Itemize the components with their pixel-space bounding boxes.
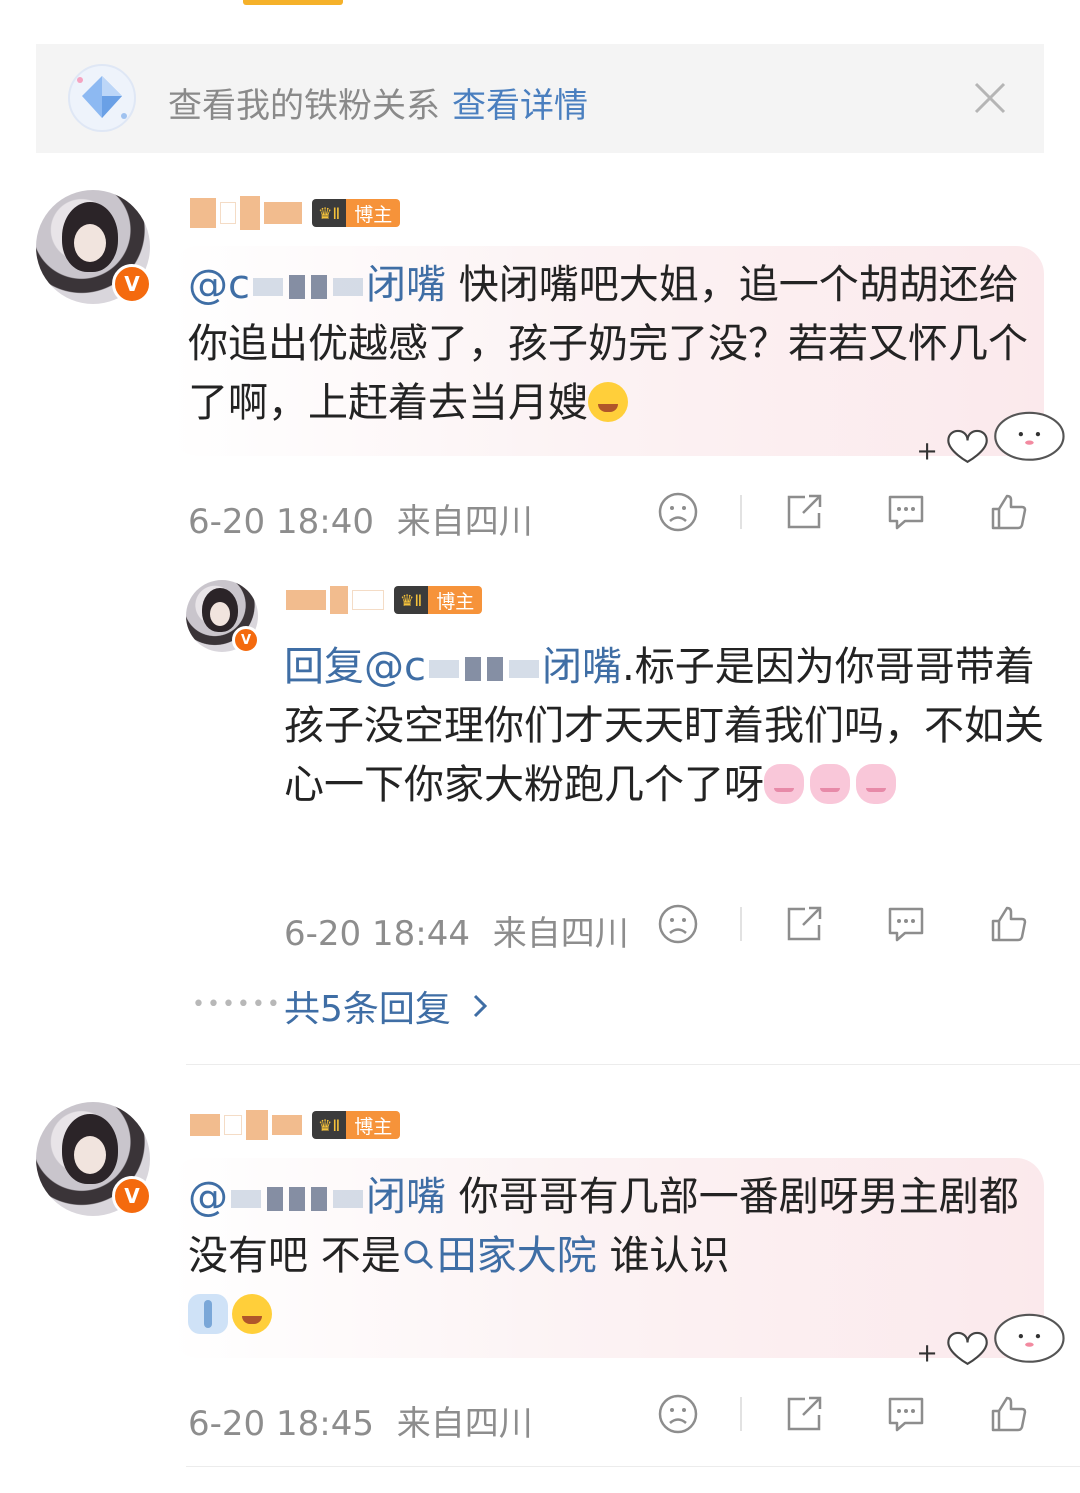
location: 来自四川 <box>396 502 533 542</box>
dislike-face-icon[interactable] <box>656 1392 700 1436</box>
crying-emoji-icon <box>588 382 628 422</box>
comment-icon[interactable] <box>884 1392 928 1436</box>
host-badge: ♛Ⅱ 博主 <box>312 199 401 227</box>
svg-text:+: + <box>916 1339 937 1366</box>
banner-detail-link[interactable]: 查看详情 <box>452 86 588 126</box>
timestamp: 6-20 18:44 <box>284 914 470 954</box>
like-icon[interactable] <box>986 1392 1030 1436</box>
banner-label: 查看我的铁粉关系 <box>168 86 440 126</box>
diamond-icon <box>68 64 136 132</box>
share-icon[interactable] <box>782 1392 826 1436</box>
svg-text:+: + <box>916 437 937 464</box>
crown-icon: ♛Ⅱ <box>312 199 347 227</box>
banner-text: 查看我的铁粉关系 查看详情 <box>168 78 588 127</box>
pray-emoji-icon <box>188 1294 228 1334</box>
location: 来自四川 <box>396 1404 533 1444</box>
share-icon[interactable] <box>782 490 826 534</box>
reply-meta: 6-20 18:44 来自四川 <box>284 906 629 955</box>
host-badge-label: 博主 <box>346 199 401 227</box>
verified-badge-icon: V <box>112 1176 152 1216</box>
bottom-separator <box>186 1466 1080 1467</box>
host-badge-label: 博主 <box>428 586 483 614</box>
location: 来自四川 <box>492 914 629 954</box>
sticker-icon: + <box>916 1313 1065 1366</box>
avatar[interactable]: V <box>186 580 260 654</box>
search-icon <box>404 1240 433 1270</box>
dislike-face-icon[interactable] <box>656 490 700 534</box>
comment-actions <box>656 1392 1030 1436</box>
action-divider <box>740 907 742 941</box>
username-redacted <box>286 586 384 614</box>
crown-icon: ♛Ⅱ <box>312 1111 347 1139</box>
crown-icon: ♛Ⅱ <box>394 586 429 614</box>
dislike-face-icon[interactable] <box>656 902 700 946</box>
bunny-emoji-icon <box>810 764 850 804</box>
reply-thread-dots: •••••• <box>192 992 282 1017</box>
timestamp: 6-20 18:45 <box>188 1404 374 1444</box>
reply-text: 回复@c 闭嘴.标子是因为你哥哥带着孩子没空理你们才天天盯着我们吗，不如关心一下你… <box>284 638 1044 815</box>
comment-separator <box>186 1064 1080 1065</box>
mention-link[interactable]: @ 闭嘴 <box>188 1174 446 1220</box>
verified-badge-icon: V <box>232 626 260 654</box>
username-redacted <box>190 196 302 230</box>
fan-relation-banner[interactable]: 查看我的铁粉关系 查看详情 <box>36 44 1044 153</box>
mention-link[interactable]: 回复@c 闭嘴 <box>284 644 622 690</box>
top-accent-bar <box>243 0 343 5</box>
mention-link[interactable]: @c 闭嘴 <box>188 262 446 308</box>
like-icon[interactable] <box>986 902 1030 946</box>
close-icon[interactable] <box>972 80 1008 116</box>
username-row[interactable]: ♛Ⅱ 博主 <box>190 1110 401 1140</box>
host-badge: ♛Ⅱ 博主 <box>394 586 483 614</box>
crying-emoji-icon <box>232 1294 272 1334</box>
more-replies-link[interactable]: 共5条回复 <box>284 980 493 1032</box>
comment-icon[interactable] <box>884 902 928 946</box>
comment-meta: 6-20 18:40 来自四川 <box>188 494 533 543</box>
username-row[interactable]: ♛Ⅱ 博主 <box>286 586 483 614</box>
sticker-icon: + <box>916 411 1065 464</box>
topic-link[interactable]: 田家大院 <box>401 1233 597 1279</box>
comment-text: @c 闭嘴 快闭嘴吧大姐，追一个胡胡还给你追出优越感了，孩子奶完了没？若若又怀几个… <box>188 256 1028 433</box>
host-badge-label: 博主 <box>346 1111 401 1139</box>
like-icon[interactable] <box>986 490 1030 534</box>
verified-badge-icon: V <box>112 264 152 304</box>
share-icon[interactable] <box>782 902 826 946</box>
comment-actions <box>656 490 1030 534</box>
username-row[interactable]: ♛Ⅱ 博主 <box>190 196 401 230</box>
bunny-emoji-icon <box>856 764 896 804</box>
action-divider <box>740 1397 742 1431</box>
avatar[interactable]: V <box>36 190 152 304</box>
action-divider <box>740 495 742 529</box>
comment-icon[interactable] <box>884 490 928 534</box>
comment-text: @ 闭嘴 你哥哥有几部一番剧呀男主剧都没有吧 不是 田家大院 谁认识 <box>188 1168 1028 1345</box>
host-badge: ♛Ⅱ 博主 <box>312 1111 401 1139</box>
comment-meta: 6-20 18:45 来自四川 <box>188 1396 533 1445</box>
timestamp: 6-20 18:40 <box>188 502 374 542</box>
bunny-emoji-icon <box>764 764 804 804</box>
avatar[interactable]: V <box>36 1102 152 1216</box>
reply-actions <box>656 902 1030 946</box>
chevron-right-icon <box>473 994 488 1018</box>
comment-body-end: 谁认识 <box>609 1233 730 1279</box>
more-replies-label: 共5条回复 <box>284 989 451 1030</box>
username-redacted <box>190 1110 302 1140</box>
